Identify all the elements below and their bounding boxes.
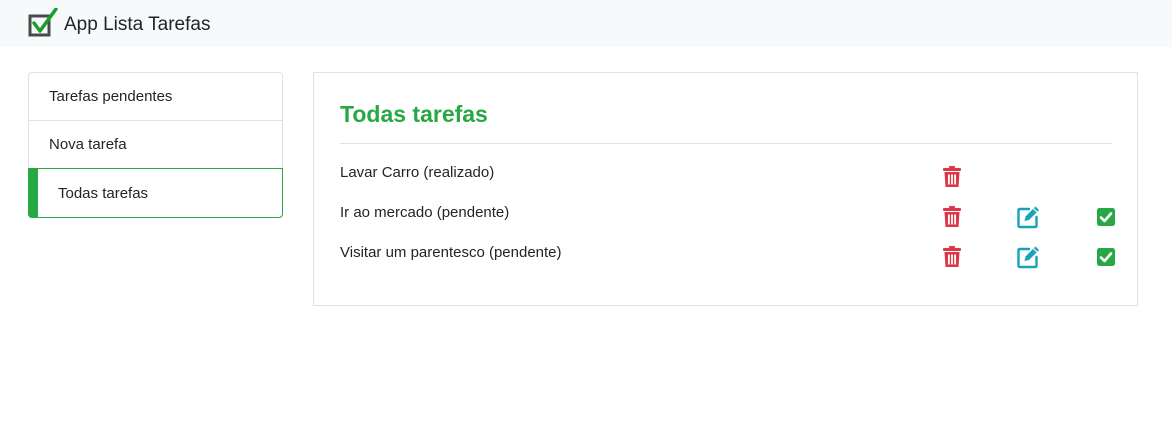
page-title: Todas tarefas (340, 101, 488, 127)
task-row: Visitar um parentesco (pendente) (340, 243, 1120, 269)
menu-item-todas-tarefas[interactable]: Todas tarefas (28, 168, 283, 218)
task-text: Visitar um parentesco (pendente) (340, 244, 562, 261)
menu-item-tarefas-pendentes[interactable]: Tarefas pendentes (29, 73, 282, 121)
divider (340, 143, 1112, 144)
sidebar-menu: Tarefas pendentes Nova tarefa Todas tare… (28, 72, 283, 218)
task-text: Ir ao mercado (pendente) (340, 204, 510, 221)
trash-icon[interactable] (940, 245, 964, 269)
menu-item-nova-tarefa[interactable]: Nova tarefa (29, 121, 282, 169)
checkbox-check-icon (28, 7, 58, 36)
task-row: Lavar Carro (realizado) (340, 163, 1120, 189)
edit-icon[interactable] (1016, 205, 1040, 229)
task-row: Ir ao mercado (pendente) (340, 203, 1120, 229)
navbar: App Lista Tarefas (0, 0, 1172, 47)
check-square-icon[interactable] (1094, 205, 1118, 229)
edit-icon[interactable] (1016, 245, 1040, 269)
brand-link[interactable]: App Lista Tarefas (27, 7, 211, 40)
tasks-panel: Todas tarefas Lavar Carro (realizado) Ir… (313, 72, 1138, 306)
task-text: Lavar Carro (realizado) (340, 164, 495, 181)
trash-icon[interactable] (940, 205, 964, 229)
trash-icon[interactable] (940, 165, 964, 189)
check-square-icon[interactable] (1094, 245, 1118, 269)
app-title: App Lista Tarefas (64, 14, 211, 35)
